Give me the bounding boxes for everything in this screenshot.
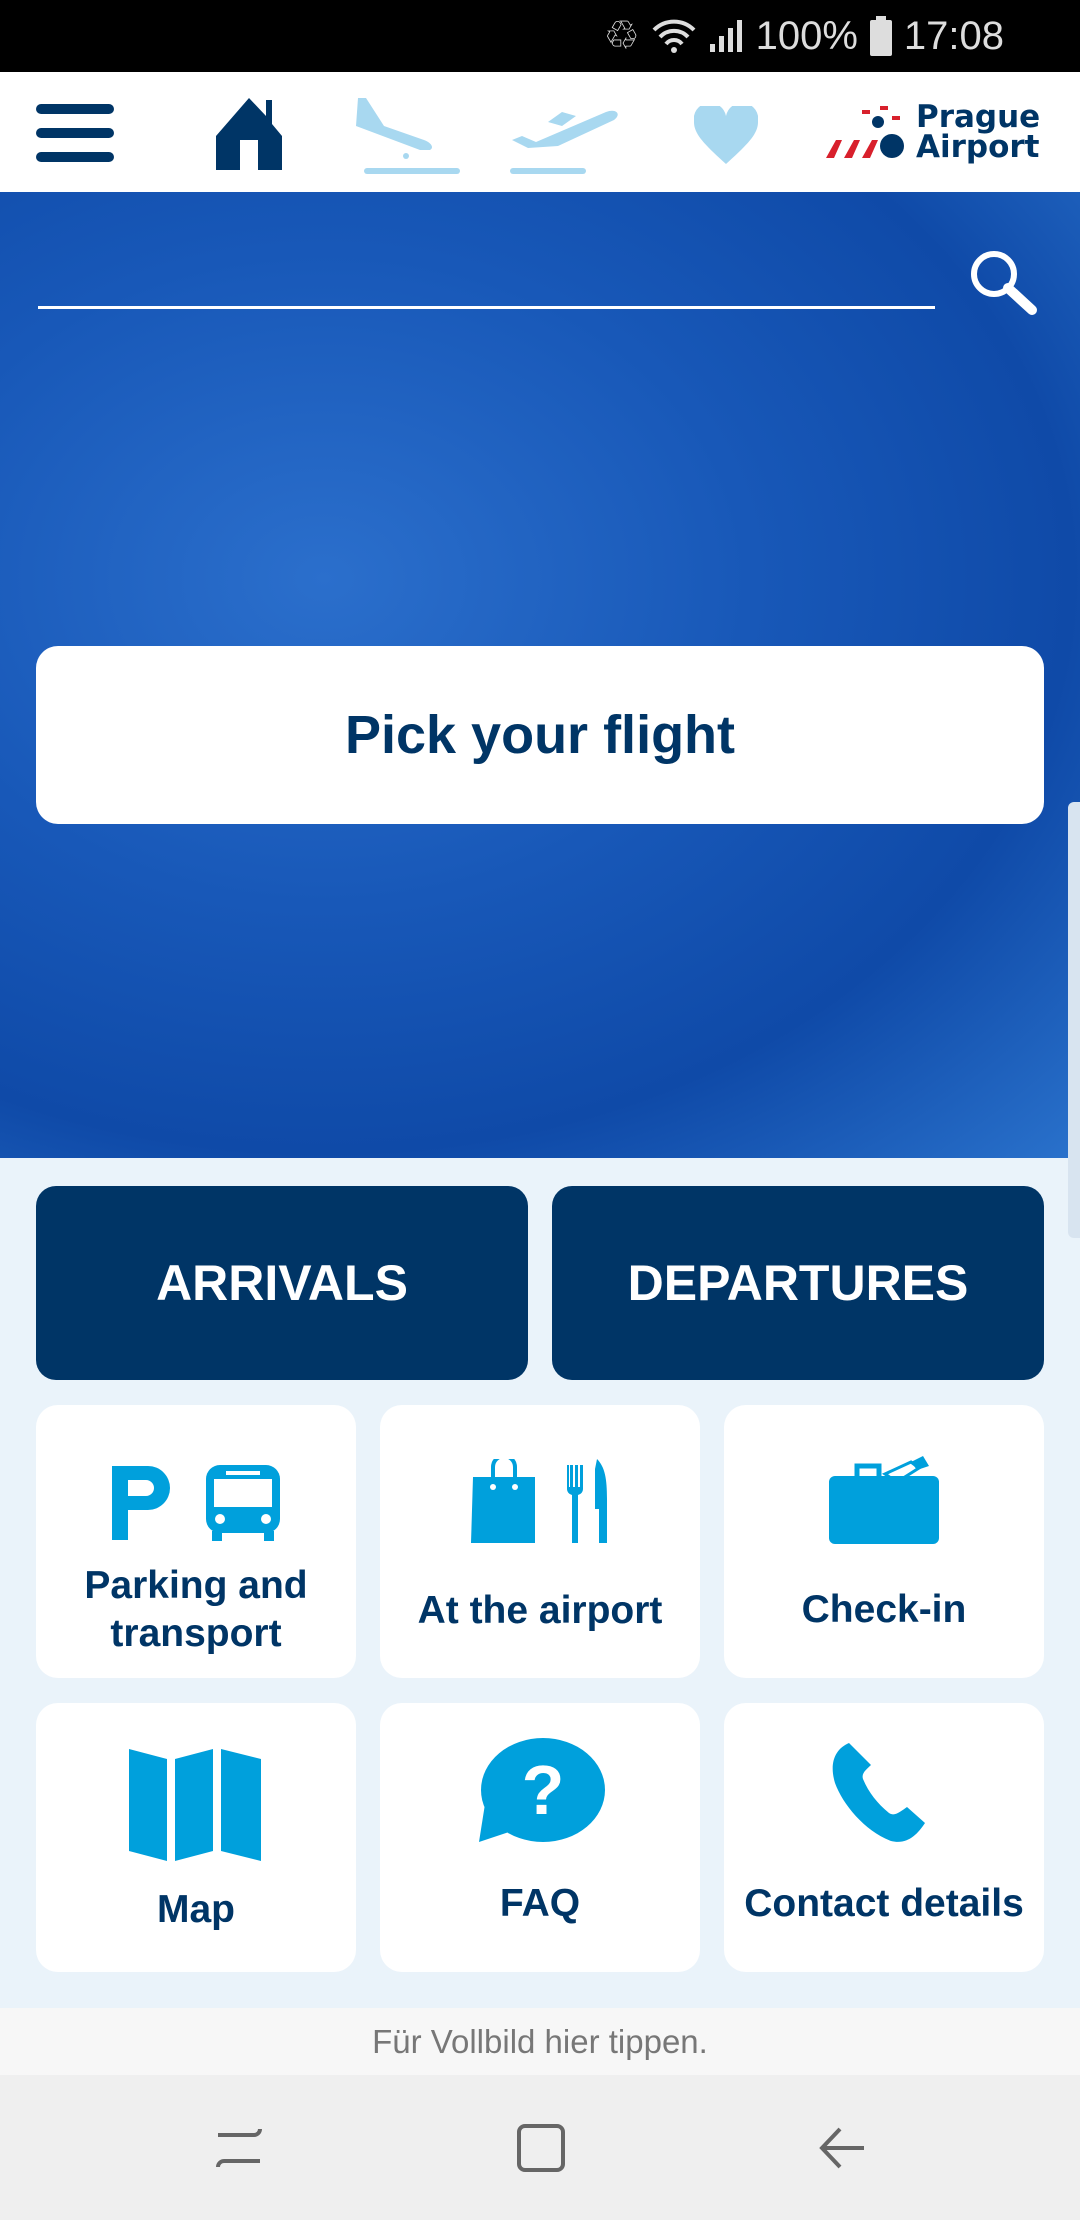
- back-icon[interactable]: [818, 2123, 868, 2173]
- top-nav: Prague Airport: [0, 72, 1080, 192]
- battery-percent: 100%: [755, 13, 858, 58]
- shopping-dining-icon: [471, 1439, 609, 1563]
- hero-section: Pick your flight: [0, 192, 1080, 1238]
- phone-icon: [829, 1731, 939, 1855]
- clock: 17:08: [903, 13, 1004, 58]
- fullscreen-hint[interactable]: Für Vollbild hier tippen.: [0, 2008, 1080, 2075]
- tile-label: Parking and transport: [84, 1564, 308, 1655]
- prague-airport-logo: Prague Airport: [822, 102, 1040, 163]
- recent-apps-icon[interactable]: [214, 2123, 264, 2173]
- wifi-icon: [652, 19, 696, 53]
- battery-icon: [869, 16, 892, 56]
- tile-label: Contact details: [744, 1881, 1024, 1925]
- data-saver-icon: ♲: [603, 14, 640, 58]
- tile-contact-details[interactable]: Contact details: [724, 1703, 1044, 1972]
- tile-faq[interactable]: ? FAQ: [380, 1703, 700, 1972]
- departures-button[interactable]: DEPARTURES: [552, 1186, 1044, 1380]
- arrivals-icon[interactable]: [354, 96, 464, 176]
- tile-label: FAQ: [499, 1881, 581, 1925]
- system-nav-bar: [0, 2075, 1080, 2220]
- signal-icon: [709, 20, 742, 52]
- suitcase-icon: [829, 1437, 939, 1561]
- status-bar: ♲ 100% 17:08: [0, 0, 1080, 72]
- favorites-heart-icon[interactable]: [694, 106, 758, 164]
- tile-label: At the airport: [417, 1588, 663, 1632]
- svg-text:?: ?: [522, 1751, 565, 1829]
- tile-map[interactable]: Map: [36, 1703, 356, 1972]
- tile-label: Map: [157, 1887, 235, 1931]
- parking-bus-icon: [112, 1443, 280, 1562]
- scrollbar[interactable]: [1068, 802, 1080, 1238]
- home-button-icon[interactable]: [516, 2123, 566, 2173]
- arrivals-button[interactable]: ARRIVALS: [36, 1186, 528, 1380]
- pick-flight-button[interactable]: Pick your flight: [36, 646, 1044, 824]
- menu-icon[interactable]: [36, 104, 114, 162]
- search-icon[interactable]: [968, 248, 1038, 318]
- departures-icon[interactable]: [508, 98, 624, 178]
- map-icon: [129, 1743, 263, 1867]
- tile-check-in[interactable]: Check-in: [724, 1405, 1044, 1678]
- tile-label: Check-in: [801, 1587, 967, 1631]
- question-bubble-icon: ?: [475, 1731, 605, 1855]
- tile-parking-transport[interactable]: Parking and transport: [36, 1405, 356, 1678]
- flight-search-input[interactable]: [38, 306, 935, 309]
- tile-at-the-airport[interactable]: At the airport: [380, 1405, 700, 1678]
- home-icon[interactable]: [216, 98, 282, 170]
